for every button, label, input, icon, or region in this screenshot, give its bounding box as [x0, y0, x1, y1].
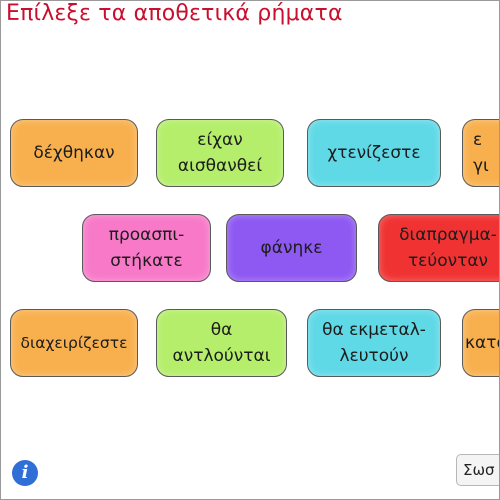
- activity-frame: Επίλεξε τα αποθετικά ρήματα δέχθηκαν είχ…: [0, 0, 500, 500]
- word-card-label: χτενίζεστε: [327, 143, 421, 163]
- word-card-label: φάνηκε: [260, 238, 323, 258]
- word-card-label: προασπι-στήκατε: [108, 225, 185, 271]
- word-card[interactable]: φάνηκε: [226, 214, 357, 282]
- word-card-label: δέχθηκαν: [33, 143, 115, 163]
- word-card-label: διαπραγμα-τεύονταν: [399, 225, 497, 271]
- word-card-label: κατα: [465, 333, 499, 353]
- word-card[interactable]: διαχειρίζεστε: [10, 309, 138, 377]
- word-card[interactable]: χτενίζεστε: [307, 119, 441, 187]
- word-card[interactable]: δέχθηκαν: [10, 119, 138, 187]
- word-card[interactable]: ε γι: [462, 119, 499, 187]
- word-card[interactable]: θα εκμεταλ-λευτούν: [307, 309, 441, 377]
- word-card[interactable]: θα αντλούνται: [156, 309, 287, 377]
- word-card-label: ε γι: [473, 130, 489, 176]
- page-title: Επίλεξε τα αποθετικά ρήματα: [6, 1, 343, 26]
- word-card-label: διαχειρίζεστε: [20, 334, 128, 352]
- word-card[interactable]: κατα: [462, 309, 499, 377]
- word-card[interactable]: διαπραγμα-τεύονταν: [378, 214, 499, 282]
- word-card-label: είχαν αισθανθεί: [177, 130, 263, 176]
- word-card-label: θα εκμεταλ-λευτούν: [322, 320, 426, 366]
- word-card[interactable]: προασπι-στήκατε: [82, 214, 211, 282]
- info-icon[interactable]: i: [12, 460, 38, 486]
- check-button[interactable]: Σωσ: [456, 454, 499, 486]
- word-card[interactable]: είχαν αισθανθεί: [156, 119, 284, 187]
- word-card-label: θα αντλούνται: [172, 320, 271, 366]
